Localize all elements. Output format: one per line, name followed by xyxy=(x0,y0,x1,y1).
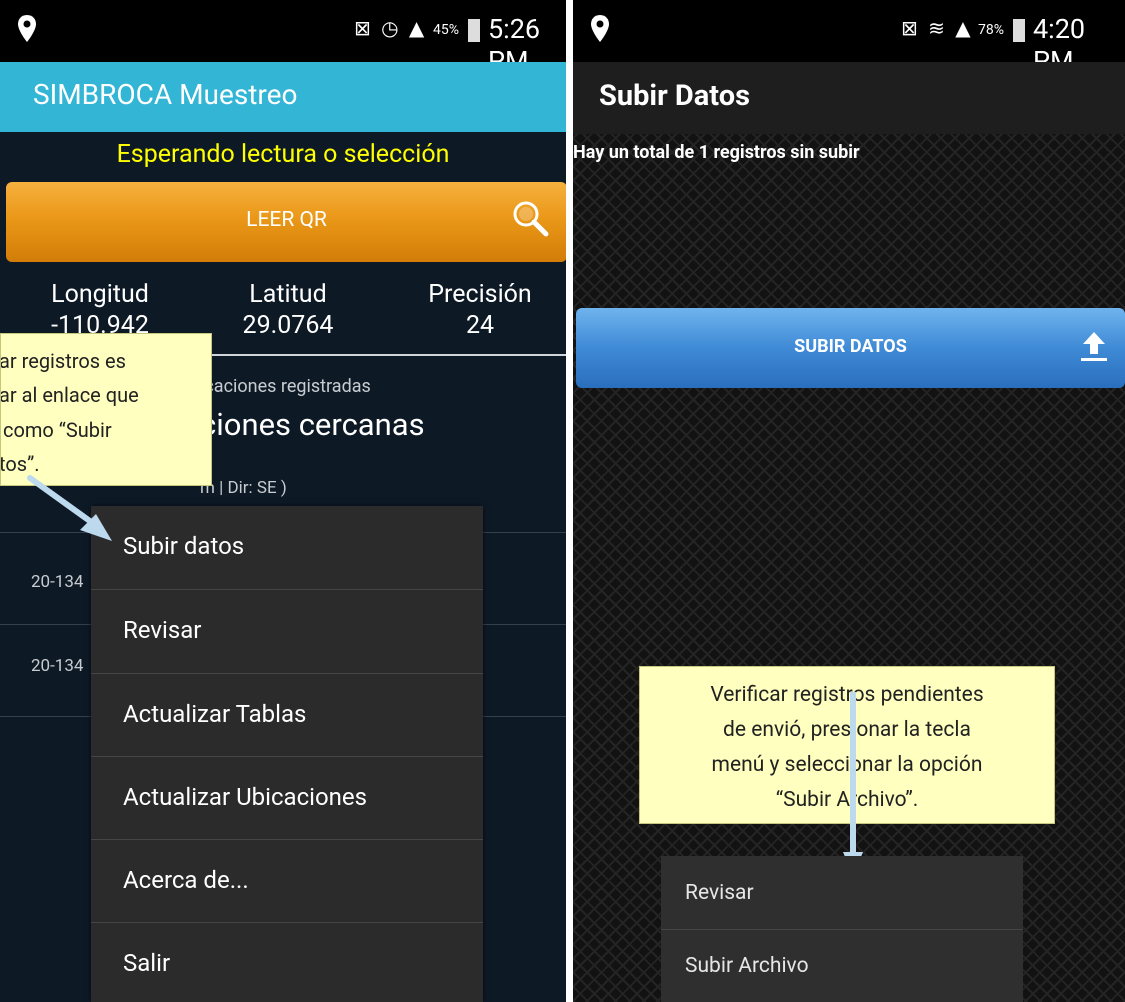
location-pin-icon xyxy=(591,15,609,42)
left-phone-screen: ⊠ ◷ ▲ 45% 5:26 PM SIMBROCA Muestreo Espe… xyxy=(0,0,566,1002)
status-icons: ⊠ ≋ ▲ xyxy=(901,16,973,40)
pointer-arrow xyxy=(27,475,112,541)
action-bar: Subir Datos xyxy=(573,62,1125,134)
screen-title: Subir Datos xyxy=(599,79,750,113)
menu-item-revisar[interactable]: Revisar xyxy=(661,856,1023,929)
menu-item-label: Subir Archivo xyxy=(685,954,809,978)
menu-item-subir-archivo[interactable]: Subir Archivo xyxy=(661,930,1023,1002)
battery-icon xyxy=(1013,19,1025,42)
status-bar: ⊠ ≋ ▲ 78% 4:20 PM xyxy=(573,0,1125,77)
right-phone-screen: ⊠ ≋ ▲ 78% 4:20 PM Subir Datos Hay un tot… xyxy=(573,0,1125,1002)
battery-percent: 78% xyxy=(978,22,1004,38)
options-menu: Revisar Subir Archivo xyxy=(661,856,1023,1002)
menu-item-label: Revisar xyxy=(685,881,754,905)
main-content: Hay un total de 1 registros sin subir SU… xyxy=(573,134,1125,1002)
